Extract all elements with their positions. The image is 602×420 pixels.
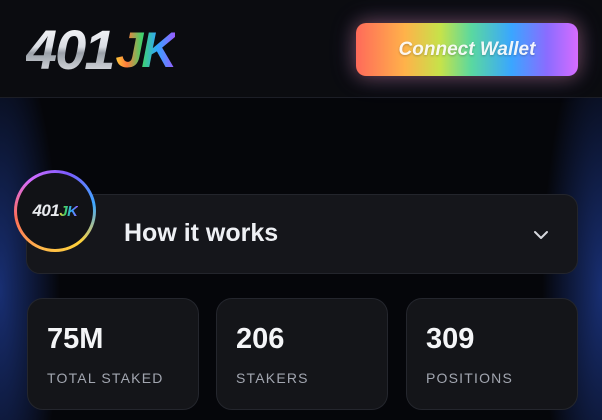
- avatar-logo-suffix: JK: [59, 202, 78, 220]
- stat-card-stakers: 206 STAKERS: [216, 298, 388, 410]
- stat-value: 309: [426, 323, 475, 355]
- avatar-logo-number: 401: [32, 201, 60, 220]
- stat-value: 75M: [47, 323, 104, 355]
- chevron-down-icon[interactable]: [533, 227, 549, 243]
- logo-suffix: JK: [115, 22, 177, 78]
- avatar: 401 JK: [14, 170, 96, 252]
- stat-card-positions: 309 POSITIONS: [406, 298, 578, 410]
- app-root: 401 JK Connect Wallet How it works 401 J…: [0, 0, 602, 420]
- connect-wallet-label: Connect Wallet: [398, 38, 536, 60]
- avatar-logo: 401 JK: [17, 173, 93, 249]
- connect-wallet-button[interactable]: Connect Wallet: [356, 23, 578, 76]
- how-it-works-label: How it works: [124, 219, 279, 247]
- stat-label: POSITIONS: [426, 370, 514, 386]
- logo-number: 401: [26, 18, 115, 81]
- stat-label: STAKERS: [236, 370, 309, 386]
- logo[interactable]: 401 JK: [26, 18, 177, 81]
- top-bar: 401 JK Connect Wallet: [0, 0, 602, 98]
- how-it-works-accordion[interactable]: How it works: [26, 194, 578, 274]
- stat-card-total-staked: 75M TOTAL STAKED: [27, 298, 199, 410]
- stat-value: 206: [236, 323, 285, 355]
- stat-label: TOTAL STAKED: [47, 370, 164, 386]
